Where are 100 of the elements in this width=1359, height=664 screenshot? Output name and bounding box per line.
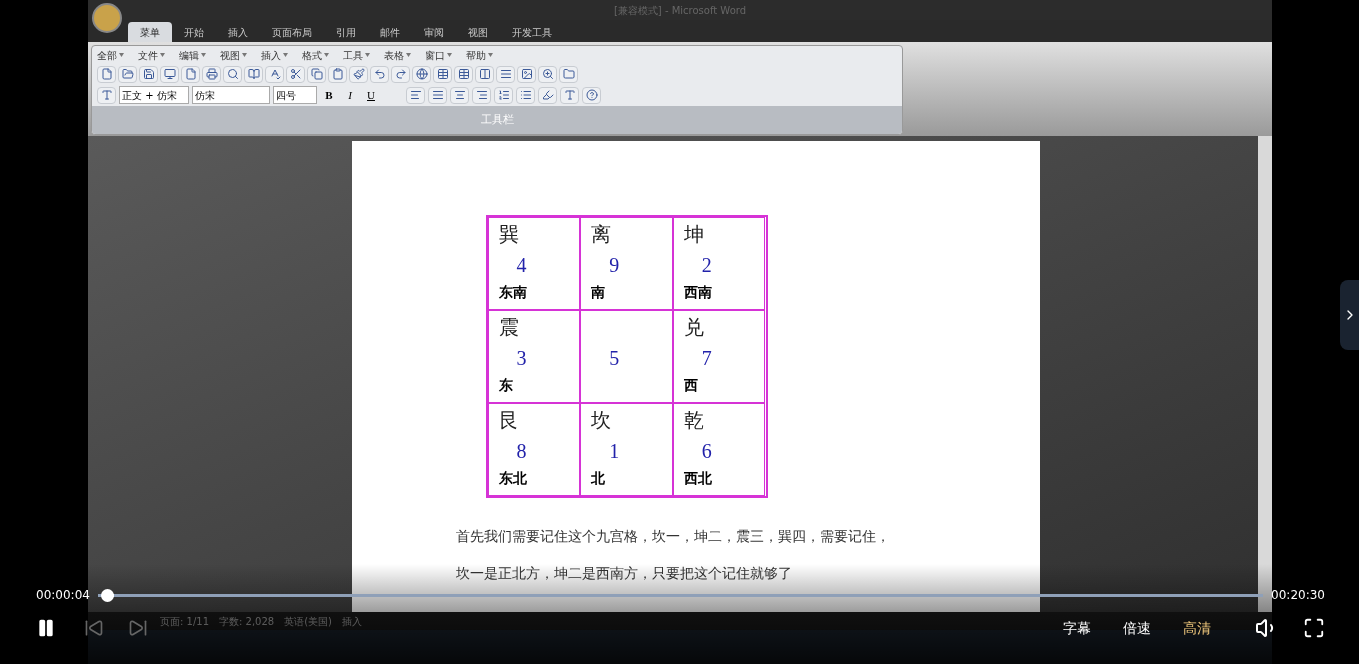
zoom-button[interactable] <box>538 65 557 83</box>
folder-button[interactable] <box>559 65 578 83</box>
ribbon-tab[interactable]: 页面布局 <box>260 22 324 42</box>
previous-icon[interactable] <box>84 618 104 638</box>
print-icon <box>205 68 218 80</box>
paste-button[interactable] <box>328 65 347 83</box>
preview-button[interactable] <box>223 65 242 83</box>
menu-item[interactable]: 帮助 <box>466 47 493 63</box>
font-color-icon <box>563 89 576 101</box>
player-option[interactable]: 字幕 <box>1063 617 1091 639</box>
grid-icon <box>457 68 470 80</box>
menu-item[interactable]: 表格 <box>384 47 411 63</box>
next-panel-button[interactable] <box>1340 280 1359 350</box>
copy-button[interactable] <box>307 65 326 83</box>
next-icon[interactable] <box>128 618 148 638</box>
menu-item[interactable]: 格式 <box>302 47 329 63</box>
ribbon-tab[interactable]: 插入 <box>216 22 260 42</box>
columns-icon <box>478 68 491 80</box>
styles-button[interactable] <box>97 86 116 104</box>
open-folder-button[interactable] <box>118 65 137 83</box>
pause-icon <box>36 618 56 638</box>
menu-item[interactable]: 全部 <box>97 47 124 63</box>
caret-icon <box>160 53 165 57</box>
trigram-name: 坎 <box>591 410 613 430</box>
palace-number: 8 <box>515 439 527 464</box>
screen-icon <box>163 68 176 80</box>
style-dropdown[interactable]: 正文 + 仿宋 <box>119 86 189 104</box>
align-center-icon <box>453 89 466 101</box>
highlighter-button[interactable] <box>538 86 557 104</box>
direction-label: 西北 <box>683 469 713 488</box>
paragraph: 首先我们需要记住这个九宫格，坎一，坤二，震三，巽四，需要记住， <box>455 527 890 546</box>
menu-item[interactable]: 视图 <box>220 47 247 63</box>
undo-button[interactable] <box>370 65 389 83</box>
globe-button[interactable] <box>412 65 431 83</box>
new-document-button[interactable] <box>97 65 116 83</box>
cut-button[interactable] <box>286 65 305 83</box>
document-icon <box>184 68 197 80</box>
menu-item[interactable]: 工具 <box>343 47 370 63</box>
italic-button[interactable]: I <box>341 86 359 104</box>
player-option[interactable]: 倍速 <box>1123 617 1151 639</box>
open-folder-icon <box>121 68 134 80</box>
caret-icon <box>324 53 329 57</box>
ribbon-tab[interactable]: 菜单 <box>128 22 172 42</box>
direction-label: 南 <box>591 283 607 302</box>
grid-button[interactable] <box>454 65 473 83</box>
menu-item[interactable]: 编辑 <box>179 47 206 63</box>
align-right-icon <box>475 89 488 101</box>
align-left-button[interactable] <box>406 86 425 104</box>
redo-button[interactable] <box>391 65 410 83</box>
align-center-button[interactable] <box>450 86 469 104</box>
direction-label: 东南 <box>498 283 528 302</box>
font-color-button[interactable] <box>560 86 579 104</box>
trigram-name: 乾 <box>683 410 705 430</box>
fullscreen-icon[interactable] <box>1303 617 1325 639</box>
book-button[interactable] <box>244 65 263 83</box>
justify-button[interactable] <box>428 86 447 104</box>
spellcheck-button[interactable] <box>265 65 284 83</box>
menu-item[interactable]: 插入 <box>261 47 288 63</box>
status-item: 英语(美国) <box>284 614 332 629</box>
bullet-list-icon <box>519 89 532 101</box>
ribbon-tab[interactable]: 开发工具 <box>500 22 564 42</box>
office-button[interactable] <box>92 3 122 33</box>
ribbon-tab[interactable]: 引用 <box>324 22 368 42</box>
document-button[interactable] <box>181 65 200 83</box>
underline-button[interactable]: U <box>362 86 380 104</box>
direction-label: 东北 <box>498 469 528 488</box>
ribbon-tab[interactable]: 邮件 <box>368 22 412 42</box>
align-right-button[interactable] <box>472 86 491 104</box>
brush-button[interactable] <box>349 65 368 83</box>
preview-icon <box>226 68 239 80</box>
columns-button[interactable] <box>475 65 494 83</box>
palace-number: 9 <box>608 253 620 278</box>
font-dropdown[interactable]: 仿宋 <box>192 86 270 104</box>
ribbon-tab[interactable]: 开始 <box>172 22 216 42</box>
help-button[interactable] <box>582 86 601 104</box>
menu-item[interactable]: 窗口 <box>425 47 452 63</box>
palace-number: 1 <box>608 439 620 464</box>
help-icon <box>585 89 598 101</box>
ribbon-tab[interactable]: 审阅 <box>412 22 456 42</box>
copy-icon <box>310 68 323 80</box>
screen-button[interactable] <box>160 65 179 83</box>
print-button[interactable] <box>202 65 221 83</box>
bullet-list-button[interactable] <box>516 86 535 104</box>
trigram-name: 巽 <box>498 224 520 244</box>
brush-icon <box>352 68 365 80</box>
font-size-dropdown[interactable]: 四号 <box>273 86 317 104</box>
menu-item[interactable]: 文件 <box>138 47 165 63</box>
save-button[interactable] <box>139 65 158 83</box>
status-item: 插入 <box>342 614 362 629</box>
table-button[interactable] <box>433 65 452 83</box>
picture-button[interactable] <box>517 65 536 83</box>
numbered-list-button[interactable] <box>494 86 513 104</box>
player-option[interactable]: 高清 <box>1183 617 1211 639</box>
justify-icon <box>431 89 444 101</box>
ribbon-tab[interactable]: 视图 <box>456 22 500 42</box>
caret-icon <box>201 53 206 57</box>
lines-button[interactable] <box>496 65 515 83</box>
caret-icon <box>242 53 247 57</box>
status-item: 字数: 2,028 <box>219 614 275 629</box>
bold-button[interactable]: B <box>320 86 338 104</box>
